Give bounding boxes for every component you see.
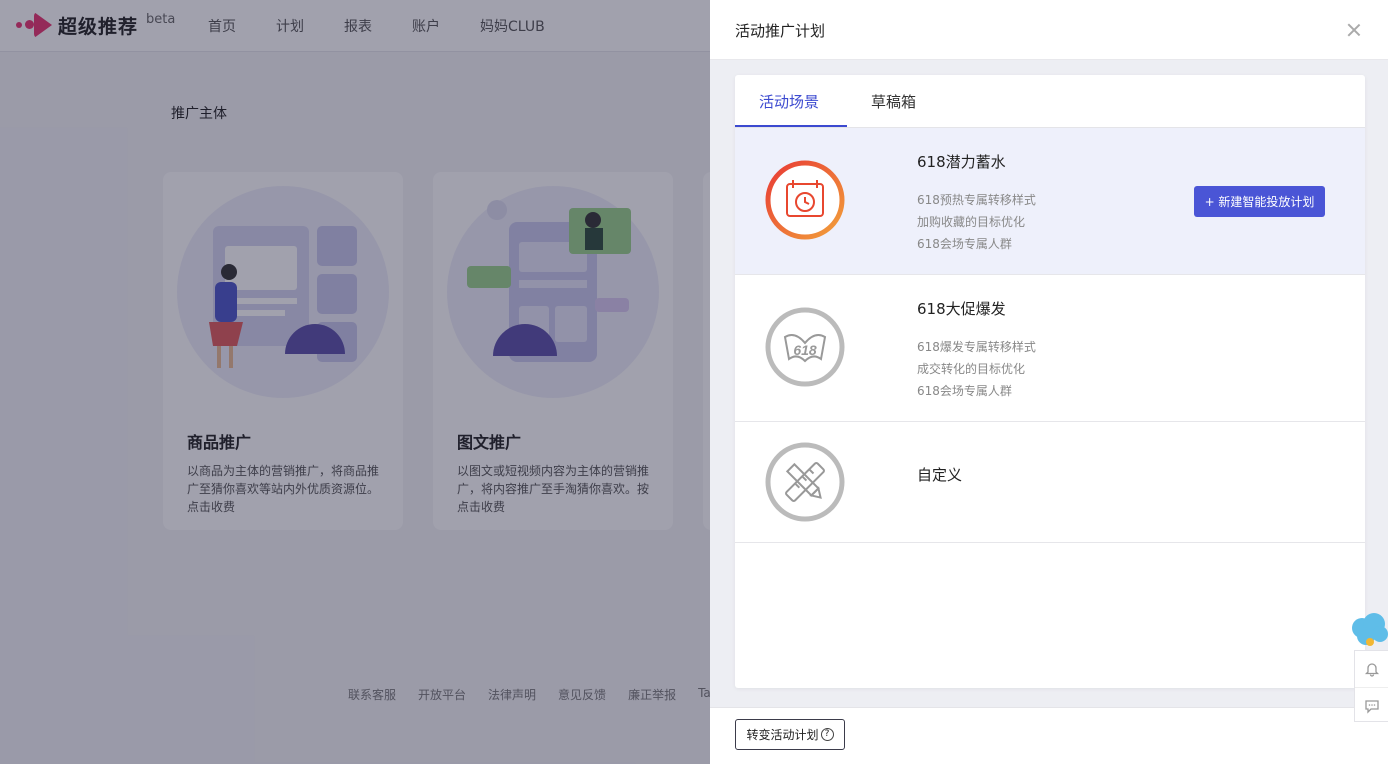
scene-feature: 618会场专属人群 — [917, 237, 1012, 251]
convert-button-label: 转变活动计划 — [746, 728, 819, 742]
alarm-clock-calendar-icon — [765, 160, 845, 240]
scene-item-custom[interactable]: 自定义 — [735, 422, 1365, 543]
scene-feature: 618爆发专属转移样式 — [917, 340, 1036, 354]
create-smart-plan-button[interactable]: + 新建智能投放计划 — [1194, 186, 1325, 217]
pencil-ruler-icon — [765, 442, 845, 522]
scene-item-618-potential[interactable]: 618潜力蓄水 618预热专属转移样式 加购收藏的目标优化 618会场专属人群 … — [735, 128, 1365, 275]
scene-feature: 618预热专属转移样式 — [917, 193, 1036, 207]
tab-drafts[interactable]: 草稿箱 — [871, 91, 916, 112]
scene-item-618-burst[interactable]: 618 618大促爆发 618爆发专属转移样式 成交转化的目标优化 618会场专… — [735, 275, 1365, 422]
scene-feature: 成交转化的目标优化 — [917, 362, 1026, 376]
close-icon[interactable] — [1344, 20, 1364, 40]
convert-activity-plan-button[interactable]: 转变活动计划 ? — [735, 719, 845, 750]
scene-feature: 加购收藏的目标优化 — [917, 215, 1026, 229]
scene-panel: 活动场景 草稿箱 618潜力蓄水 618预热专属转移样式 加购收藏的目标优化 6… — [735, 75, 1365, 688]
tab-bar: 活动场景 草稿箱 — [735, 75, 1365, 128]
scene-feature: 618会场专属人群 — [917, 384, 1012, 398]
drawer-header: 活动推广计划 — [710, 0, 1388, 60]
side-toolbar — [1354, 650, 1388, 722]
svg-text:618: 618 — [793, 342, 817, 358]
scene-title: 618潜力蓄水 — [917, 153, 1006, 171]
chat-bubble-icon[interactable] — [1355, 687, 1388, 723]
activity-plan-drawer: 活动推广计划 活动场景 草稿箱 618潜力蓄水 618预热专属转移样式 加购收藏… — [710, 0, 1388, 764]
notification-bell-icon[interactable] — [1355, 651, 1388, 687]
618-bow-icon: 618 — [765, 307, 845, 387]
help-icon: ? — [820, 728, 834, 741]
cloud-mascot-icon[interactable] — [1350, 612, 1388, 652]
scene-title: 618大促爆发 — [917, 300, 1006, 318]
tab-activity-scenes[interactable]: 活动场景 — [759, 91, 819, 112]
active-tab-indicator — [735, 125, 847, 127]
scene-title: 自定义 — [917, 466, 963, 484]
drawer-title: 活动推广计划 — [735, 22, 826, 40]
drawer-footer: 转变活动计划 ? — [710, 707, 1388, 764]
